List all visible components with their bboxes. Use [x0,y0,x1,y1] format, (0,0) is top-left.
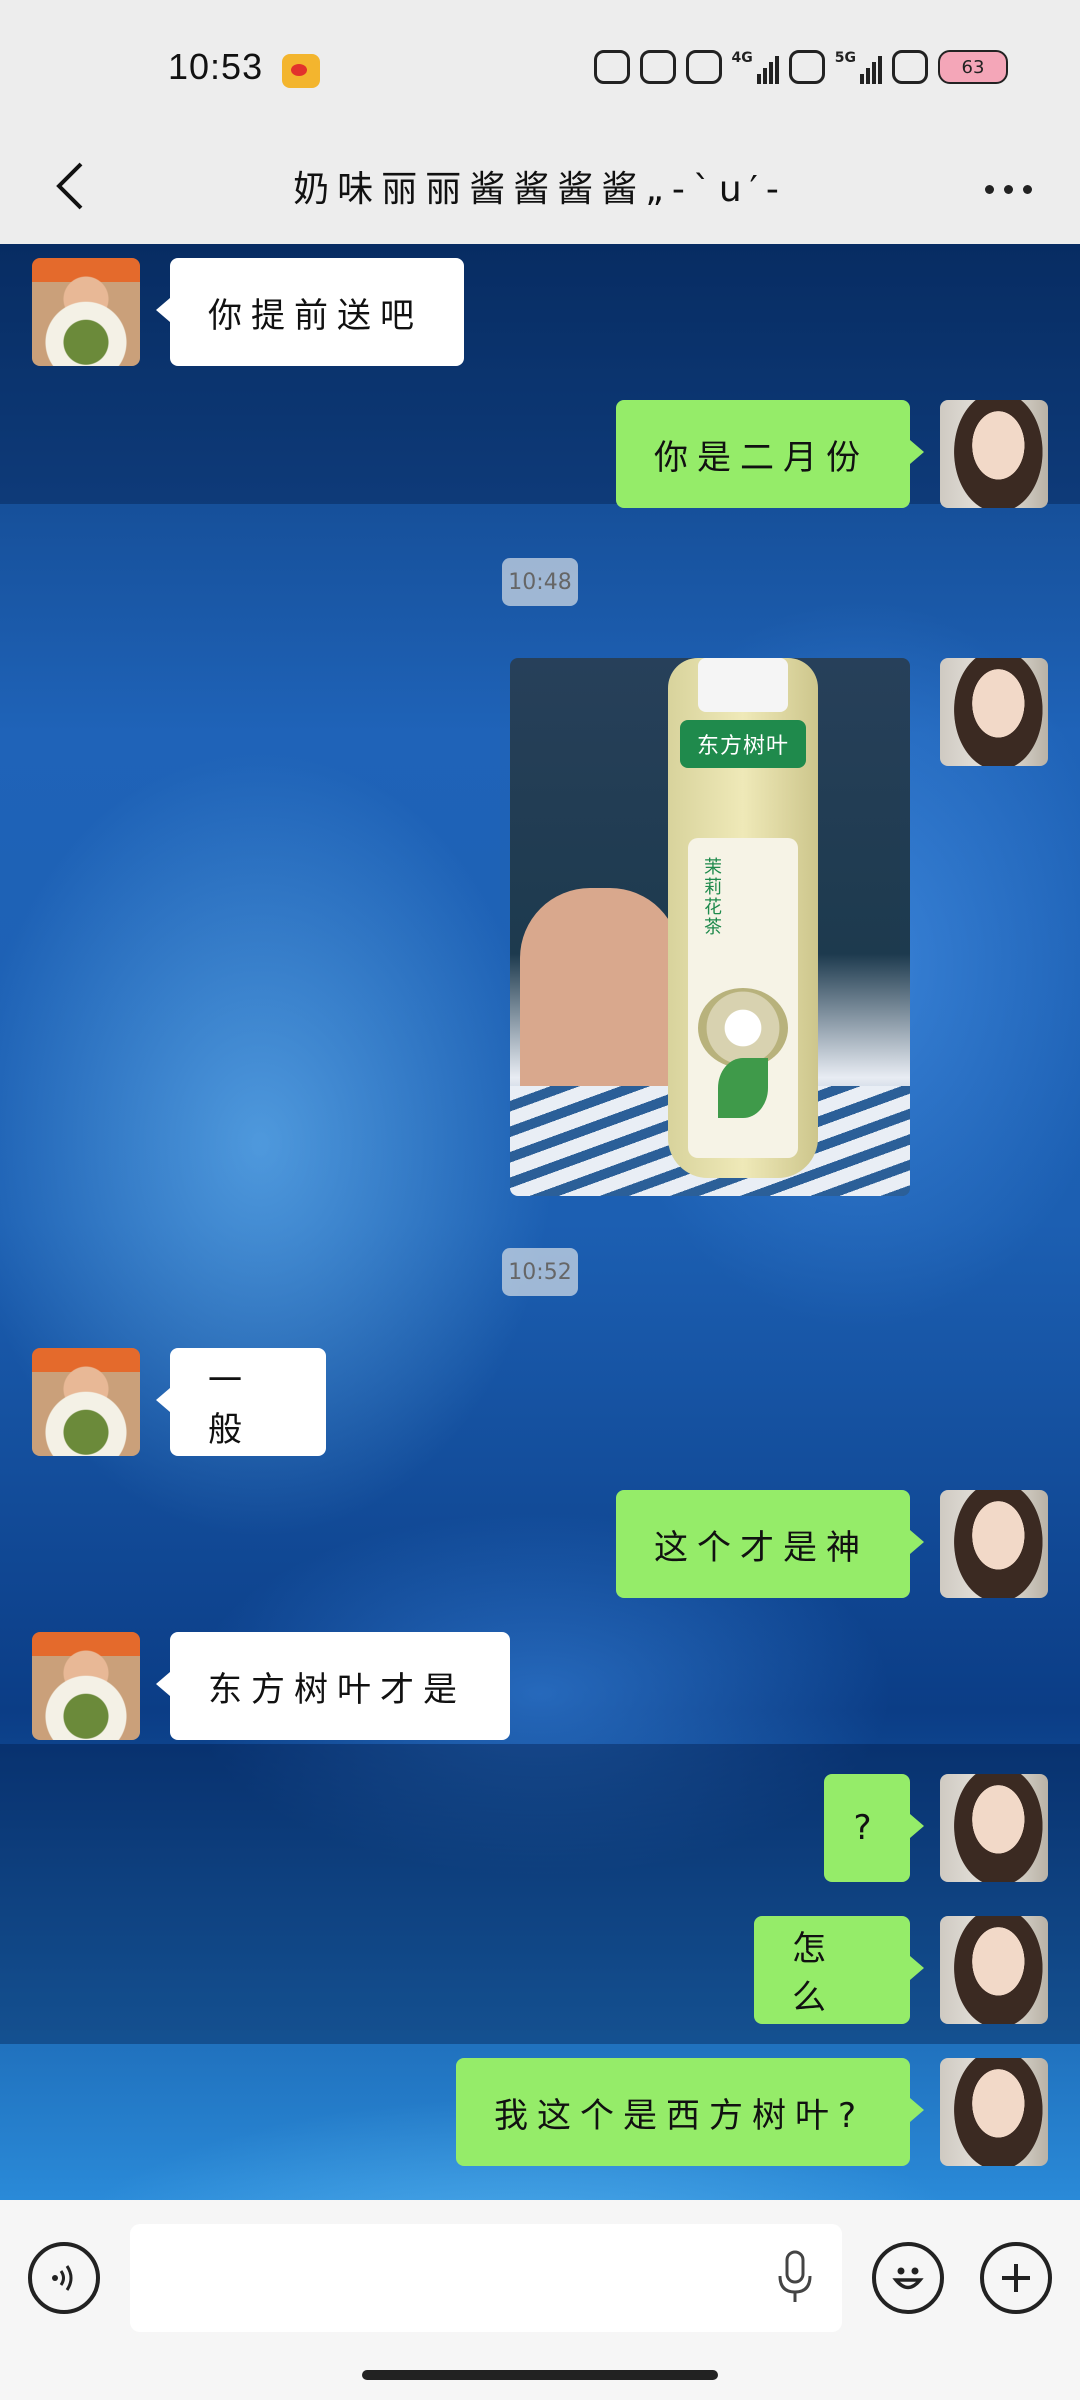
contact-avatar[interactable] [32,258,140,366]
message-text: 这个才是神 [654,1527,869,1568]
bottle-flower-art [698,988,788,1068]
status-notification-icon [593,50,630,84]
voice-mode-button[interactable] [28,2242,100,2314]
contact-avatar[interactable] [32,1348,140,1456]
message-bubble-incoming[interactable]: 一般 [156,1348,326,1456]
bottle-flavor-label: 茉莉花茶 [704,857,722,938]
status-bar: 10:53 4G 5G 63 [0,0,1080,134]
network-type-label: 5G [834,50,856,66]
self-avatar[interactable] [940,658,1048,766]
bottle-label: 茉莉花茶 [688,838,798,1158]
message-text: 东方树叶才是 [208,1669,466,1710]
battery-icon: 63 [938,50,1008,84]
plus-icon [1002,2264,1030,2292]
more-functions-button[interactable] [980,2242,1052,2314]
message-timestamp: 10:52 [502,1248,578,1296]
message-bubble-outgoing[interactable]: 这个才是神 [616,1490,924,1598]
more-dots-icon [984,184,994,194]
more-options-button[interactable] [972,164,1044,214]
message-text: 一般 [208,1361,251,1450]
self-avatar[interactable] [940,2058,1048,2166]
message-bubble-outgoing[interactable]: 我这个是西方树叶? [456,2058,924,2166]
status-notification-icon [685,50,722,84]
self-avatar[interactable] [940,1916,1048,2024]
message-bubble-outgoing[interactable]: ? [824,1774,924,1882]
status-notification-icon [639,50,676,84]
status-notification-icon [892,50,928,84]
message-bubble-outgoing[interactable]: 怎么 [754,1916,924,2024]
signal-icon [860,50,882,84]
chat-header: 奶味丽丽酱酱酱酱„-ˋu′- [0,134,1080,244]
voice-mode-icon [52,2265,73,2291]
microphone-icon [778,2250,812,2302]
message-timestamp: 10:48 [502,558,578,606]
message-text: 我这个是西方树叶? [494,2095,866,2136]
message-text: ? [853,1808,881,1848]
chat-title: 奶味丽丽酱酱酱酱„-ˋu′- [293,169,787,210]
image-message[interactable]: 东方树叶 茉莉花茶 [510,658,910,1196]
message-text: 怎么 [792,1929,835,2018]
bottle-brand-label: 东方树叶 [680,720,806,768]
message-bubble-outgoing[interactable]: 你是二月份 [616,400,924,508]
message-bubble-incoming[interactable]: 你提前送吧 [156,258,464,366]
timestamp-text: 10:48 [508,569,572,595]
signal-icon [756,50,779,84]
message-input[interactable] [130,2224,842,2332]
message-text: 你是二月份 [654,437,869,478]
microphone-button[interactable] [772,2250,818,2306]
emoji-button[interactable] [872,2242,944,2314]
self-avatar[interactable] [940,1490,1048,1598]
message-text: 你提前送吧 [208,295,423,336]
emoji-icon [892,2267,924,2290]
message-list[interactable]: 你提前送吧 你是二月份 10:48 东方树叶 茉莉花茶 10:52 一般 这个才… [0,244,1080,2200]
photo-bottle-cap [698,658,788,712]
more-dots-icon [1022,184,1032,194]
weibo-icon [282,54,320,88]
network-type-label: 4G [731,50,753,66]
bottle-leaf-art [718,1058,768,1118]
self-avatar[interactable] [940,400,1048,508]
contact-avatar[interactable] [32,1632,140,1740]
timestamp-text: 10:52 [508,1259,572,1285]
self-avatar[interactable] [940,1774,1048,1882]
more-dots-icon [1003,184,1013,194]
status-notification-icon [788,50,825,84]
message-bubble-incoming[interactable]: 东方树叶才是 [156,1632,510,1740]
status-icons: 4G 5G 63 [593,50,1008,84]
battery-level: 63 [961,56,985,78]
home-indicator[interactable] [362,2370,718,2380]
status-time: 10:53 [168,46,264,87]
